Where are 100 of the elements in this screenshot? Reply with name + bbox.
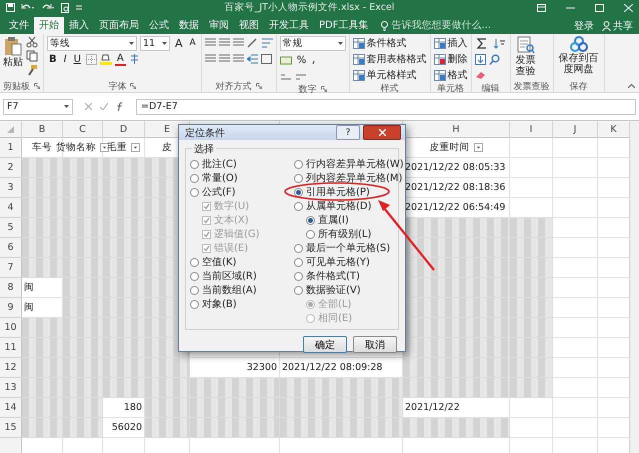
radio-button[interactable] bbox=[294, 188, 303, 196]
sort-filter-icon[interactable] bbox=[492, 38, 505, 48]
radio-button[interactable] bbox=[294, 286, 303, 294]
collapse-ribbon-icon[interactable] bbox=[628, 84, 635, 88]
tell-me-field[interactable]: 告诉我您想要做什么... bbox=[391, 20, 516, 31]
maximize-icon[interactable] bbox=[595, 4, 604, 12]
ribbon-tab[interactable]: 数据 bbox=[174, 17, 204, 34]
ribbon-tab[interactable]: 页面布局 bbox=[94, 17, 144, 34]
column-header[interactable]: C bbox=[63, 121, 103, 138]
radio-button[interactable] bbox=[294, 174, 303, 182]
ok-button[interactable]: 确定 bbox=[303, 336, 347, 353]
row-header[interactable]: 3 bbox=[0, 178, 22, 198]
insert-function-icon[interactable] bbox=[116, 102, 124, 111]
row-header[interactable]: 12 bbox=[0, 358, 22, 378]
decrease-indent-icon[interactable] bbox=[246, 54, 258, 64]
row-header[interactable]: 7 bbox=[0, 258, 22, 278]
search-icon[interactable] bbox=[488, 54, 500, 64]
row-header[interactable]: 4 bbox=[0, 198, 22, 218]
orientation-icon[interactable] bbox=[246, 38, 259, 48]
row-header[interactable]: 11 bbox=[0, 338, 22, 358]
font-name-field[interactable]: 等线 bbox=[47, 36, 137, 50]
cancel-button[interactable]: 取消 bbox=[353, 336, 397, 353]
radio-button[interactable] bbox=[306, 230, 315, 238]
cell-menu-button[interactable]: 插入 bbox=[434, 36, 468, 50]
row-header[interactable]: 13 bbox=[0, 378, 22, 398]
row-header[interactable]: 8 bbox=[0, 278, 22, 298]
radio-button[interactable] bbox=[190, 188, 199, 196]
percent-button[interactable]: % bbox=[294, 54, 308, 66]
customize-toolbar-icon[interactable] bbox=[76, 4, 82, 12]
underline-button[interactable]: U bbox=[72, 52, 83, 66]
align-middle-icon[interactable] bbox=[218, 38, 230, 48]
save-icon[interactable] bbox=[6, 3, 15, 12]
radio-button[interactable] bbox=[294, 272, 303, 280]
sign-in-link[interactable]: 登录 bbox=[574, 18, 594, 32]
print-preview-icon[interactable] bbox=[61, 2, 70, 12]
ribbon-tab[interactable]: 开始 bbox=[34, 17, 64, 34]
row-header[interactable]: 10 bbox=[0, 318, 22, 338]
row-header[interactable]: 6 bbox=[0, 238, 22, 258]
formula-field[interactable]: =D7-E7 bbox=[136, 98, 636, 114]
radio-button[interactable] bbox=[294, 258, 303, 266]
increase-decimal-icon[interactable] bbox=[280, 72, 292, 80]
format-painter-icon[interactable] bbox=[26, 64, 38, 76]
ribbon-tab[interactable]: 开发工具 bbox=[264, 17, 314, 34]
eraser-icon[interactable] bbox=[474, 70, 486, 80]
italic-button[interactable]: I bbox=[62, 52, 69, 66]
dialog-launcher-icon[interactable] bbox=[34, 83, 40, 89]
radio-button[interactable] bbox=[294, 202, 303, 210]
ribbon-tab[interactable]: 插入 bbox=[64, 17, 94, 34]
radio-button[interactable] bbox=[294, 244, 303, 252]
share-button[interactable]: 共享 bbox=[602, 18, 633, 32]
row-header[interactable]: 5 bbox=[0, 218, 22, 238]
close-icon[interactable] bbox=[624, 4, 633, 12]
row-header[interactable]: 9 bbox=[0, 298, 22, 318]
style-menu-button[interactable]: 套用表格格式 bbox=[352, 52, 427, 66]
radio-button[interactable] bbox=[294, 160, 303, 168]
number-format-field[interactable]: 常规 bbox=[280, 36, 346, 51]
radio-button[interactable] bbox=[306, 216, 315, 224]
name-box[interactable]: F7 bbox=[3, 98, 73, 114]
cell-menu-button[interactable]: 删除 bbox=[434, 52, 468, 66]
enter-check-icon[interactable] bbox=[100, 103, 108, 110]
row-header[interactable]: 15 bbox=[0, 418, 22, 438]
row-header[interactable]: 14 bbox=[0, 398, 22, 418]
merge-center-icon[interactable] bbox=[260, 54, 272, 64]
radio-button[interactable] bbox=[190, 286, 199, 294]
fill-down-icon[interactable] bbox=[474, 54, 486, 64]
column-header[interactable]: D bbox=[103, 121, 145, 138]
ribbon-display-icon[interactable] bbox=[537, 4, 546, 12]
cut-icon[interactable] bbox=[26, 36, 38, 48]
dialog-launcher-icon[interactable] bbox=[320, 86, 327, 92]
cancel-icon[interactable] bbox=[85, 103, 92, 110]
radio-button[interactable] bbox=[190, 160, 199, 168]
save-to-cloud-button[interactable]: 保存到百度网盘 bbox=[556, 36, 601, 75]
align-left-icon[interactable] bbox=[204, 54, 216, 64]
ribbon-tab[interactable]: 公式 bbox=[144, 17, 174, 34]
close-button[interactable] bbox=[363, 125, 401, 140]
ribbon-tab[interactable]: 审阅 bbox=[204, 17, 234, 34]
radio-button[interactable] bbox=[190, 272, 199, 280]
column-header[interactable]: J bbox=[553, 121, 598, 138]
dialog-launcher-icon[interactable] bbox=[256, 83, 262, 89]
borders-icon[interactable] bbox=[86, 54, 97, 64]
copy-icon[interactable] bbox=[26, 50, 38, 62]
column-header[interactable]: B bbox=[22, 121, 63, 138]
radio-button[interactable] bbox=[190, 258, 199, 266]
style-menu-button[interactable]: 单元格样式 bbox=[352, 68, 427, 82]
align-right-icon[interactable] bbox=[232, 54, 244, 64]
align-top-icon[interactable] bbox=[204, 38, 216, 48]
ribbon-tab[interactable]: PDF工具集 bbox=[314, 17, 374, 34]
cell-menu-button[interactable]: 格式 bbox=[434, 68, 468, 82]
dialog-launcher-icon[interactable] bbox=[130, 83, 136, 89]
autosum-icon[interactable] bbox=[476, 38, 487, 48]
phonetic-guide-icon[interactable] bbox=[128, 53, 140, 65]
invoice-check-button[interactable]: 发票查验 bbox=[514, 36, 538, 77]
font-size-field[interactable]: 11 bbox=[140, 36, 170, 50]
radio-button[interactable] bbox=[190, 174, 199, 182]
decrease-decimal-icon[interactable] bbox=[294, 72, 307, 80]
currency-icon[interactable] bbox=[280, 55, 292, 65]
ribbon-tab[interactable]: 视图 bbox=[234, 17, 264, 34]
font-color-button[interactable]: A bbox=[114, 52, 126, 66]
column-header[interactable]: I bbox=[510, 121, 553, 138]
row-header[interactable]: 2 bbox=[0, 158, 22, 178]
